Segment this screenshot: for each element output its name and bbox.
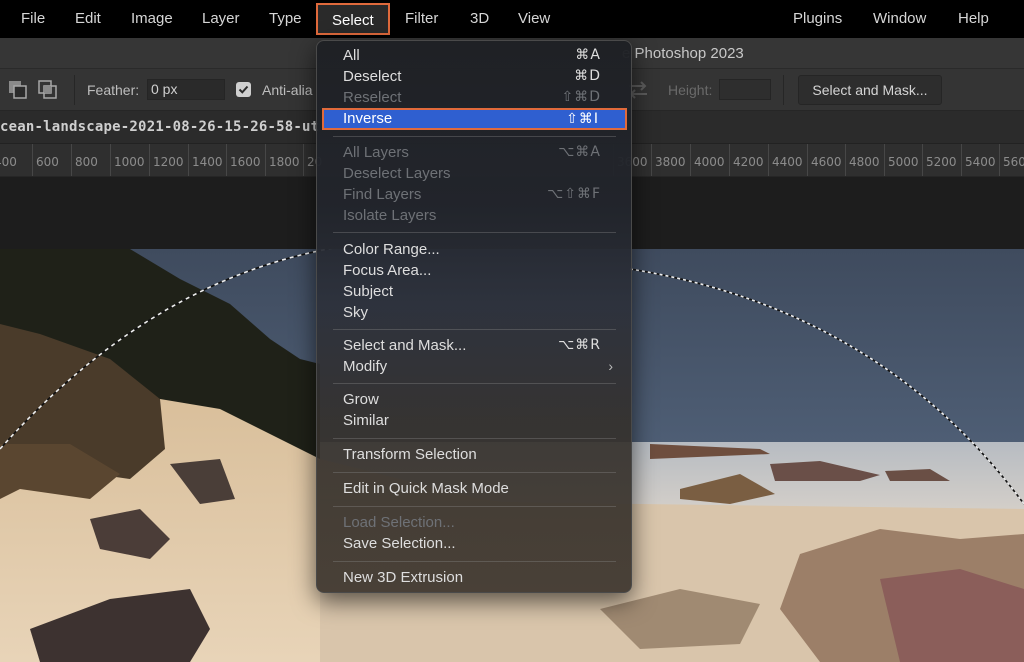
menu-plugins[interactable]: Plugins xyxy=(793,0,842,38)
ruler-tick: 600 xyxy=(32,144,59,176)
menu-divider xyxy=(333,232,616,233)
menu-divider xyxy=(333,383,616,384)
menu-item-all[interactable]: All ⌘A xyxy=(317,45,631,66)
menu-item-inverse[interactable]: Inverse ⇧⌘I xyxy=(322,108,627,130)
menu-item-deselect-layers: Deselect Layers xyxy=(343,165,451,182)
menu-item-all-layers: All Layers ⌥⌘A xyxy=(343,144,601,161)
shortcut-label: ⌥⌘A xyxy=(558,144,601,160)
ruler-tick: 400 xyxy=(0,144,17,176)
ruler-tick: 1800 xyxy=(265,144,300,176)
menu-divider xyxy=(333,561,616,562)
menu-item-isolate-layers: Isolate Layers xyxy=(343,207,437,224)
menu-divider xyxy=(333,329,616,330)
menu-item-deselect[interactable]: Deselect ⌘D xyxy=(317,66,631,87)
menu-item-grow[interactable]: Grow xyxy=(317,389,631,410)
feather-label: Feather: xyxy=(87,82,140,98)
menu-item-load-selection: Load Selection... xyxy=(343,514,455,531)
shortcut-label: ⇧⌘D xyxy=(561,89,601,105)
menu-item-color-range[interactable]: Color Range... xyxy=(317,239,631,260)
menu-item-select-and-mask[interactable]: Select and Mask... ⌥⌘R xyxy=(317,335,631,356)
feather-input[interactable]: 0 px xyxy=(147,79,225,100)
shortcut-label: ⌘D xyxy=(574,68,601,84)
shortcut-label: ⌥⇧⌘F xyxy=(547,186,601,202)
menu-item-reselect: Reselect ⇧⌘D xyxy=(343,89,601,106)
ruler-tick: 4000 xyxy=(690,144,725,176)
menu-item-modify[interactable]: Modify › xyxy=(317,356,631,377)
ruler-tick: 5400 xyxy=(961,144,996,176)
height-input[interactable] xyxy=(719,79,771,100)
menu-help[interactable]: Help xyxy=(958,0,989,38)
menu-layer[interactable]: Layer xyxy=(202,0,240,38)
menu-item-sky[interactable]: Sky xyxy=(317,302,631,323)
ruler-tick: 4200 xyxy=(729,144,764,176)
submenu-chevron-icon: › xyxy=(608,358,613,374)
ruler-tick: 5600 xyxy=(999,144,1024,176)
anti-alias-checkbox[interactable] xyxy=(236,82,251,97)
menu-3d[interactable]: 3D xyxy=(470,0,489,38)
menu-filter[interactable]: Filter xyxy=(405,0,438,38)
menu-item-subject[interactable]: Subject xyxy=(317,281,631,302)
select-menu-dropdown: All ⌘A Deselect ⌘D Reselect ⇧⌘D Inverse … xyxy=(316,40,632,593)
menu-bar: File Edit Image Layer Type Select Filter… xyxy=(0,0,1024,38)
ruler-tick: 4800 xyxy=(845,144,880,176)
menu-item-transform-selection[interactable]: Transform Selection xyxy=(317,444,631,465)
menu-divider xyxy=(333,438,616,439)
anti-alias-label: Anti-alia xyxy=(262,82,313,98)
select-and-mask-button[interactable]: Select and Mask... xyxy=(798,75,942,105)
menu-file[interactable]: File xyxy=(21,0,45,38)
menu-item-focus-area[interactable]: Focus Area... xyxy=(317,260,631,281)
ruler-tick: 1400 xyxy=(188,144,223,176)
options-divider xyxy=(74,75,75,105)
menu-image[interactable]: Image xyxy=(131,0,173,38)
ruler-tick: 4400 xyxy=(768,144,803,176)
shortcut-label: ⌥⌘R xyxy=(558,337,601,353)
ruler-tick: 5000 xyxy=(884,144,919,176)
shortcut-label: ⌘A xyxy=(575,47,601,63)
ruler-tick: 1600 xyxy=(226,144,261,176)
window-title: e Photoshop 2023 xyxy=(622,45,744,62)
menu-view[interactable]: View xyxy=(518,0,550,38)
menu-window[interactable]: Window xyxy=(873,0,926,38)
shortcut-label: ⇧⌘I xyxy=(566,111,599,127)
menu-select[interactable]: Select xyxy=(316,3,390,35)
options-divider xyxy=(783,75,784,105)
menu-item-new-3d-extrusion[interactable]: New 3D Extrusion xyxy=(317,567,631,588)
menu-item-similar[interactable]: Similar xyxy=(317,410,631,431)
menu-divider xyxy=(333,136,616,137)
document-tab[interactable]: cean-landscape-2021-08-26-15-26-58-ut xyxy=(0,111,320,144)
ruler-tick: 1000 xyxy=(110,144,145,176)
menu-type[interactable]: Type xyxy=(269,0,302,38)
intersect-with-selection-icon[interactable] xyxy=(38,80,58,100)
ruler-tick: 5200 xyxy=(922,144,957,176)
menu-divider xyxy=(333,506,616,507)
menu-item-quick-mask-mode[interactable]: Edit in Quick Mask Mode xyxy=(317,478,631,499)
menu-divider xyxy=(333,472,616,473)
menu-item-save-selection[interactable]: Save Selection... xyxy=(317,533,631,554)
menu-item-find-layers: Find Layers ⌥⇧⌘F xyxy=(343,186,601,203)
ruler-tick: 800 xyxy=(71,144,98,176)
rock xyxy=(880,569,1024,662)
ruler-tick: 1200 xyxy=(149,144,184,176)
menu-edit[interactable]: Edit xyxy=(75,0,101,38)
subtract-from-selection-icon[interactable] xyxy=(8,80,28,100)
ruler-tick: 3800 xyxy=(651,144,686,176)
height-label: Height: xyxy=(668,82,713,98)
ruler-tick: 4600 xyxy=(807,144,842,176)
